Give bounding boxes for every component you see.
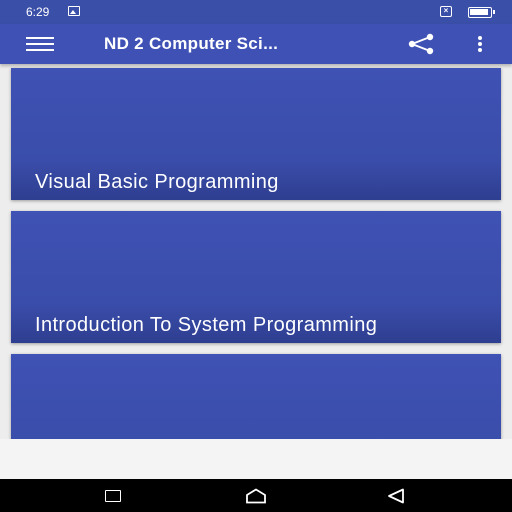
image-icon [68,6,80,16]
status-time: 6:29 [26,5,50,19]
course-card-system-programming[interactable]: Introduction To System Programming [11,211,501,343]
app-title: ND 2 Computer Sci... [104,34,279,53]
course-list: Visual Basic Programming Introduction To… [0,64,512,439]
recent-apps-icon[interactable] [105,490,121,502]
navigation-bar [0,479,512,512]
x-box-icon: × [440,6,452,17]
back-icon[interactable] [386,488,406,504]
status-bar: 6:29 × [0,0,512,24]
home-icon[interactable] [245,488,267,504]
course-card-visual-basic[interactable]: Visual Basic Programming [11,68,501,200]
course-card-partial[interactable] [11,354,501,439]
share-icon[interactable] [406,33,436,55]
course-card-title: Visual Basic Programming [35,171,279,193]
menu-icon[interactable] [26,37,54,51]
bottom-spacer [0,439,512,479]
more-vert-icon[interactable] [470,34,490,54]
app-bar: ND 2 Computer Sci... [0,24,512,64]
course-card-title: Introduction To System Programming [35,314,378,336]
battery-icon [468,7,495,18]
